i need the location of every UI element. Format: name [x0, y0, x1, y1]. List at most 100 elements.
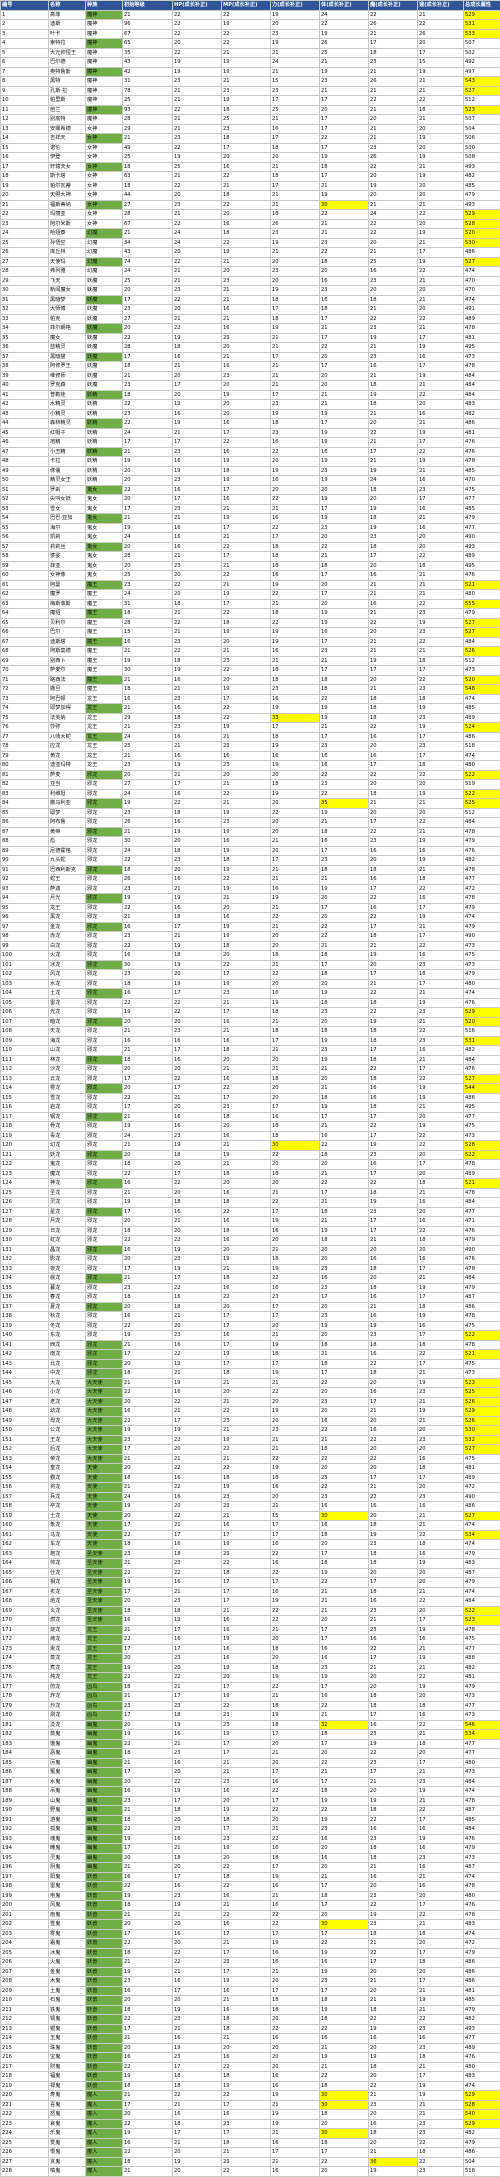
table-cell: 23 [173, 286, 222, 296]
table-cell: 18 [123, 1293, 173, 1303]
table-cell: 470 [464, 286, 500, 296]
type-cell: 邪龙 [86, 1217, 123, 1227]
table-cell: 17 [123, 1103, 173, 1113]
type-cell: 幽鬼 [86, 1777, 123, 1787]
table-row: 191游鬼幽鬼18201820192217485 [1, 1815, 500, 1825]
table-cell: 17 [222, 694, 271, 704]
name-cell: 水精灵 [49, 400, 86, 410]
table-row: 129日龙邪龙18201816191722476 [1, 1226, 500, 1236]
table-cell: 17 [222, 1578, 271, 1588]
table-cell: 65 [123, 39, 173, 49]
table-cell: 17 [320, 903, 369, 913]
table-cell: 23 [320, 77, 369, 87]
table-cell: 20 [369, 1682, 418, 1692]
table-cell: 16 [271, 438, 320, 448]
name-cell: 菲尔朗格 [49, 324, 86, 334]
type-cell: 邪龙 [86, 1179, 123, 1189]
table-cell: 19 [369, 951, 418, 961]
type-cell: 妖兽 [86, 2072, 123, 2082]
table-row: 168焰龙圣天使20231719211622484 [1, 1597, 500, 1607]
table-cell: 22 [123, 903, 173, 913]
column-header[interactable]: 初始等级 [123, 1, 173, 11]
table-cell: 23 [123, 580, 173, 590]
name-cell: 撒马利亚 [49, 799, 86, 809]
table-cell: 20 [418, 808, 464, 818]
table-cell: 19 [320, 884, 369, 894]
table-cell: 528 [464, 1141, 500, 1151]
name-cell: 黑暗猫 [49, 352, 86, 362]
column-header[interactable]: 编号 [1, 1, 49, 11]
table-cell: 18 [320, 1359, 369, 1369]
table-cell: 476 [464, 1834, 500, 1844]
table-row: 130虹龙邪龙22221620182118479 [1, 1236, 500, 1246]
table-cell: 16 [123, 1872, 173, 1882]
table-cell: 21 [222, 533, 271, 543]
table-cell: 20 [271, 2062, 320, 2072]
table-cell: 16 [369, 267, 418, 277]
table-cell: 16 [173, 1977, 222, 1987]
table-cell: 116 [1, 1103, 49, 1113]
table-cell: 30 [1, 286, 49, 296]
table-cell: 16 [320, 1958, 369, 1968]
column-header[interactable]: 总成长属性 [464, 1, 500, 11]
table-cell: 18 [320, 951, 369, 961]
table-cell: 17 [173, 1796, 222, 1806]
table-cell: 17 [320, 1882, 369, 1892]
column-header[interactable]: 种族 [86, 1, 123, 11]
table-cell: 531 [464, 1036, 500, 1046]
type-cell: 邪龙 [86, 846, 123, 856]
column-header[interactable]: 力(成长补正) [271, 1, 320, 11]
name-cell: 地精 [49, 438, 86, 448]
table-cell: 18 [173, 1806, 222, 1816]
table-cell: 23 [418, 1435, 464, 1445]
table-cell: 21 [271, 2100, 320, 2110]
table-row: 186冤鬼幽鬼17202117211721473 [1, 1768, 500, 1778]
column-header[interactable]: 体(成长补正) [320, 1, 369, 11]
table-cell: 16 [418, 846, 464, 856]
table-cell: 21 [320, 2062, 369, 2072]
table-cell: 20 [123, 1920, 173, 1930]
table-cell: 21 [123, 1483, 173, 1493]
table-cell: 23 [222, 2119, 271, 2129]
name-cell: 雷龙 [49, 998, 86, 1008]
column-header[interactable]: 魔(成长补正) [369, 1, 418, 11]
type-cell: 邪龙 [86, 770, 123, 780]
table-cell: 16 [271, 989, 320, 999]
table-cell: 108 [1, 1027, 49, 1037]
column-header[interactable]: HP(成长补正) [173, 1, 222, 11]
table-cell: 20 [271, 1084, 320, 1094]
table-cell: 23 [222, 1777, 271, 1787]
name-cell: 财鬼 [49, 2062, 86, 2072]
type-cell: 妖兽 [86, 2015, 123, 2025]
table-cell: 225 [1, 2138, 49, 2148]
table-cell: 19 [222, 476, 271, 486]
table-cell: 21 [123, 1112, 173, 1122]
table-cell: 18 [320, 257, 369, 267]
table-cell: 21 [173, 770, 222, 780]
table-row: 121妖龙邪龙20181922182320522 [1, 1150, 500, 1160]
table-cell: 223 [1, 2119, 49, 2129]
name-cell: 魔龙 [49, 1169, 86, 1179]
table-cell: 21 [320, 1169, 369, 1179]
table-cell: 17 [123, 1644, 173, 1654]
table-cell: 475 [464, 1635, 500, 1645]
table-cell: 18 [369, 2005, 418, 2015]
table-cell: 22 [173, 219, 222, 229]
type-cell: 妖兽 [86, 1920, 123, 1930]
table-cell: 21 [418, 419, 464, 429]
column-header[interactable]: MP(成长补正) [222, 1, 271, 11]
column-header[interactable]: 名称 [49, 1, 86, 11]
table-cell: 17 [418, 48, 464, 58]
type-cell: 邪龙 [86, 884, 123, 894]
type-cell: 圣天使 [86, 1616, 123, 1626]
table-cell: 21 [418, 2005, 464, 2015]
table-cell: 63 [1, 599, 49, 609]
table-cell: 200 [1, 1901, 49, 1911]
table-cell: 477 [464, 523, 500, 533]
table-cell: 19 [222, 846, 271, 856]
table-row: 118骨龙邪龙19162018212219475 [1, 1122, 500, 1132]
column-header[interactable]: 速(成长补正) [418, 1, 464, 11]
table-cell: 21 [271, 191, 320, 201]
table-cell: 21 [222, 1065, 271, 1075]
table-cell: 480 [464, 979, 500, 989]
